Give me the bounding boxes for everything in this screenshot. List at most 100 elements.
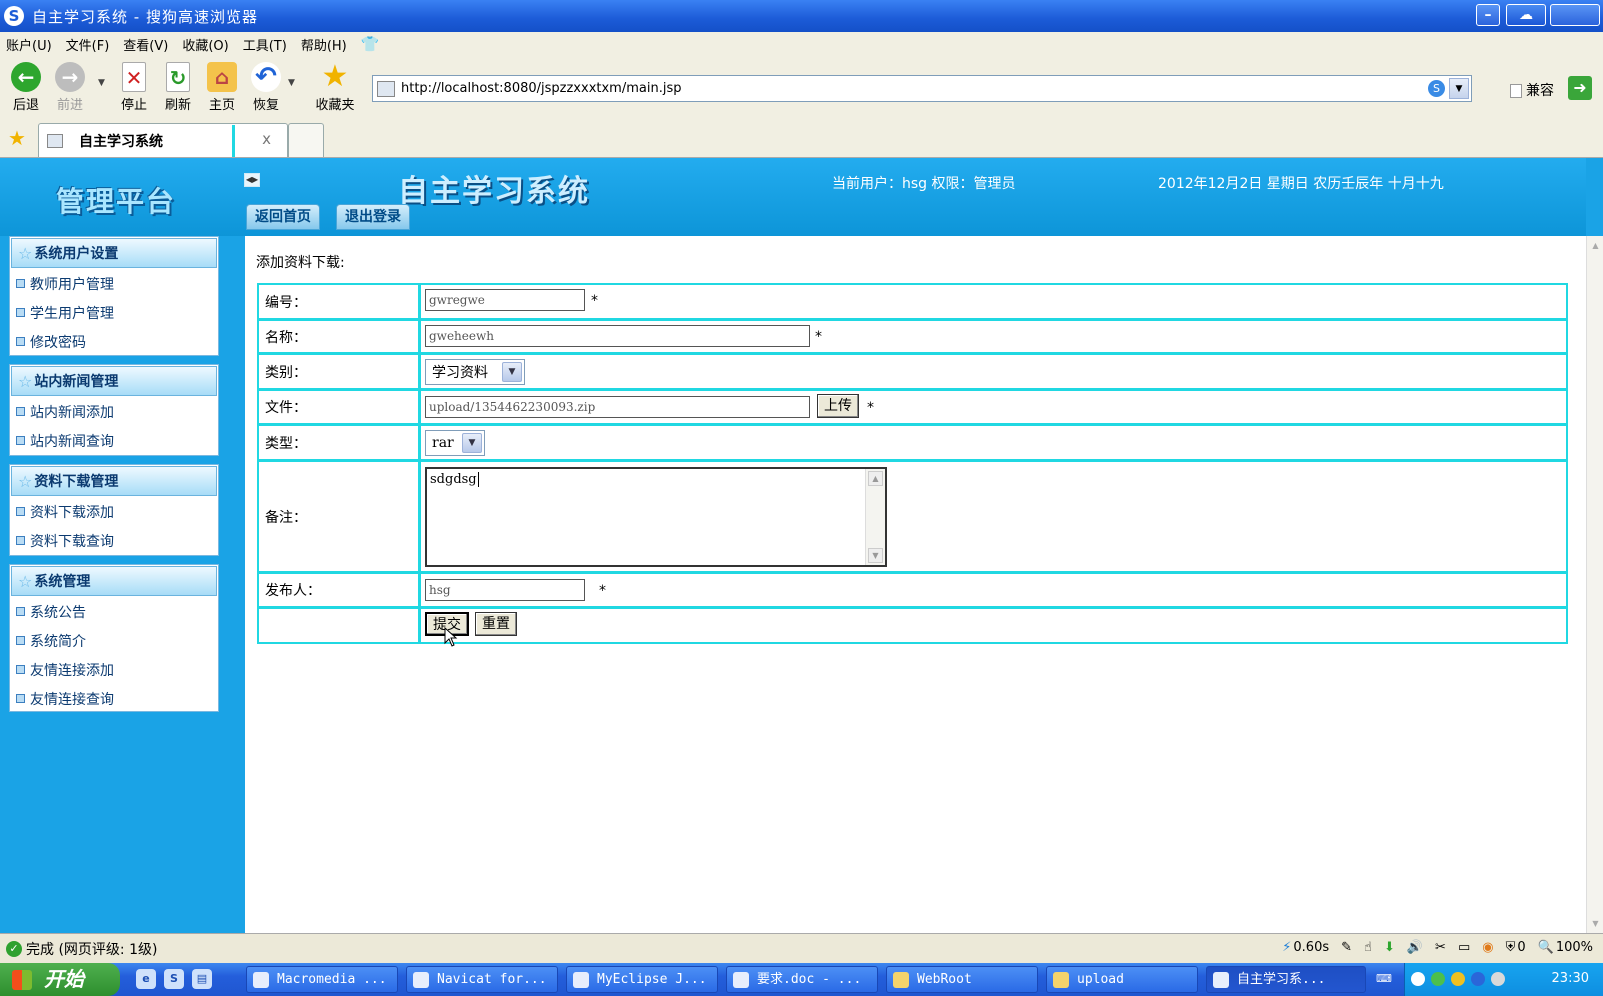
menu-bar: 账户(U) 文件(F) 查看(V) 收藏(O) 工具(T) 帮助(H) 👕 [0, 32, 1603, 56]
tab-active[interactable]: 自主学习系统 x [38, 123, 288, 157]
sidebar-item-link-add[interactable]: 友情连接添加 [10, 655, 218, 684]
address-bar[interactable]: http://localhost:8080/jspzzxxxtxm/main.j… [372, 75, 1472, 102]
speaker-icon[interactable]: 🔊 [1407, 940, 1423, 955]
task-webroot-folder[interactable]: WebRoot [886, 966, 1038, 993]
sidebar-item-change-password[interactable]: 修改密码 [10, 327, 218, 356]
home-page-button[interactable]: 返回首页 [246, 204, 320, 230]
remark-textarea[interactable]: sdgdsg ▲ ▼ [425, 467, 887, 567]
name-input[interactable]: gweheewh [425, 325, 810, 347]
sidebar-group-header[interactable]: ☆ 系统用户设置 [11, 238, 217, 268]
security-shield-icon[interactable]: S [1428, 80, 1445, 97]
sidebar-item-announcement[interactable]: 系统公告 [10, 597, 218, 626]
load-time: 0.60s [1293, 940, 1330, 955]
logout-button[interactable]: 退出登录 [336, 204, 410, 230]
type-select[interactable]: rar ▼ [425, 430, 485, 456]
edit-icon[interactable]: ✎ [1341, 940, 1352, 955]
window-title: 自主学习系统 - 搜狗高速浏览器 [32, 7, 258, 26]
bullet-icon [16, 407, 25, 416]
category-select[interactable]: 学习资料 ▼ [425, 359, 525, 385]
menu-account[interactable]: 账户(U) [6, 35, 52, 54]
required-mark: * [599, 583, 606, 599]
file-path-input[interactable]: upload/1354462230093.zip [425, 396, 810, 418]
theme-icon[interactable]: ◉ [1482, 940, 1493, 955]
cloud-sync-button[interactable]: ☁ [1506, 4, 1546, 26]
scroll-down-icon[interactable]: ▼ [868, 548, 883, 563]
page-scrollbar[interactable]: ▲ ▼ [1586, 236, 1603, 933]
task-upload-folder[interactable]: upload [1046, 966, 1198, 993]
menu-favorites[interactable]: 收藏(O) [182, 35, 228, 54]
id-input[interactable]: gwregwe [425, 289, 585, 311]
go-arrow-icon[interactable]: ➜ [1568, 76, 1592, 100]
chevron-down-icon: ▼ [502, 362, 522, 382]
sidebar-item-teacher-users[interactable]: 教师用户管理 [10, 269, 218, 298]
window-icon[interactable]: ▭ [1458, 940, 1470, 955]
url-text[interactable]: http://localhost:8080/jspzzxxxtxm/main.j… [401, 81, 681, 96]
tray-volume-icon[interactable] [1491, 972, 1505, 986]
sidebar-group-header[interactable]: ☆ 资料下载管理 [11, 466, 217, 496]
favorites-button[interactable]: ★ 收藏夹 [308, 62, 362, 114]
history-dropdown-icon[interactable]: ▼ [98, 78, 105, 88]
sidebar-item-news-add[interactable]: 站内新闻添加 [10, 397, 218, 426]
sidebar-item-label: 教师用户管理 [30, 276, 114, 293]
collapse-sidebar-icon[interactable]: ◀▶ [244, 173, 260, 187]
sidebar-group-header[interactable]: ☆ 系统管理 [11, 566, 217, 596]
publisher-input[interactable]: hsg [425, 579, 585, 601]
sidebar-item-intro[interactable]: 系统简介 [10, 626, 218, 655]
download-icon[interactable]: ⬇ [1384, 940, 1395, 955]
tray-expand-icon[interactable] [1411, 972, 1425, 986]
textarea-scrollbar[interactable]: ▲ ▼ [865, 469, 885, 565]
task-macromedia[interactable]: Macromedia ... [246, 966, 398, 993]
task-navicat[interactable]: Navicat for... [406, 966, 558, 993]
mouse-gesture-icon[interactable]: ☝ [1364, 940, 1372, 955]
quicklaunch-sogou-icon[interactable]: S [164, 969, 184, 989]
sidebar-item-link-query[interactable]: 友情连接查询 [10, 684, 218, 713]
sidebar-item-label: 资料下载查询 [30, 533, 114, 550]
forward-button[interactable]: → 前进 [48, 62, 92, 113]
toolbar: ← 后退 → 前进 ▼ ✕ 停止 ↻ 刷新 ⌂ 主页 ↶ 恢复 ▼ ★ 收藏夹 [0, 56, 1603, 120]
menu-file[interactable]: 文件(F) [66, 35, 110, 54]
keyboard-icon[interactable]: ⌨ [1374, 969, 1394, 989]
tray-qq-icon[interactable] [1451, 972, 1465, 986]
maximize-button[interactable] [1550, 4, 1600, 26]
favorites-star-icon[interactable]: ★ [8, 126, 26, 150]
menu-help[interactable]: 帮助(H) [301, 35, 347, 54]
menu-tools[interactable]: 工具(T) [243, 35, 287, 54]
app-icon [573, 972, 589, 988]
tray-app-icon[interactable] [1431, 972, 1445, 986]
stop-button[interactable]: ✕ 停止 [112, 62, 156, 113]
quicklaunch-ie-icon[interactable]: e [136, 969, 156, 989]
zoom-level[interactable]: 100% [1556, 940, 1593, 955]
screenshot-icon[interactable]: ✂ [1435, 940, 1446, 955]
task-myeclipse[interactable]: MyEclipse J... [566, 966, 718, 993]
address-dropdown-icon[interactable]: ▼ [1449, 78, 1469, 99]
restore-dropdown-icon[interactable]: ▼ [288, 78, 295, 88]
sidebar-item-download-query[interactable]: 资料下载查询 [10, 526, 218, 555]
scroll-down-icon[interactable]: ▼ [1588, 916, 1603, 931]
new-tab-button[interactable] [288, 123, 324, 157]
home-button[interactable]: ⌂ 主页 [200, 62, 244, 113]
sidebar-item-student-users[interactable]: 学生用户管理 [10, 298, 218, 327]
upload-button[interactable]: 上传 [817, 394, 859, 418]
refresh-button[interactable]: ↻ 刷新 [156, 62, 200, 113]
menu-view[interactable]: 查看(V) [123, 35, 168, 54]
skin-shirt-icon[interactable]: 👕 [361, 35, 380, 53]
scroll-up-icon[interactable]: ▲ [1588, 238, 1603, 253]
zoom-icon[interactable]: 🔍 [1538, 940, 1554, 955]
tray-network-icon[interactable] [1471, 972, 1485, 986]
start-button[interactable]: 开始 [0, 963, 120, 996]
task-browser[interactable]: 自主学习系... [1206, 966, 1366, 993]
reset-button[interactable]: 重置 [475, 612, 517, 636]
status-text[interactable]: 完成 (网页评级: 1级) [26, 939, 157, 959]
close-tab-icon[interactable]: x [262, 130, 271, 148]
sidebar-item-news-query[interactable]: 站内新闻查询 [10, 426, 218, 455]
sidebar-item-download-add[interactable]: 资料下载添加 [10, 497, 218, 526]
sidebar-group-header[interactable]: ☆ 站内新闻管理 [11, 366, 217, 396]
minimize-button[interactable]: – [1476, 4, 1500, 26]
scroll-up-icon[interactable]: ▲ [868, 471, 883, 486]
task-word-doc[interactable]: 要求.doc - ... [726, 966, 878, 993]
back-button[interactable]: ← 后退 [4, 62, 48, 113]
shield-icon[interactable]: ⛨ [1506, 940, 1516, 955]
restore-button[interactable]: ↶ 恢复 [244, 62, 288, 113]
quicklaunch-desktop-icon[interactable]: ▤ [192, 969, 212, 989]
compat-mode-button[interactable]: 兼容 [1510, 80, 1554, 100]
